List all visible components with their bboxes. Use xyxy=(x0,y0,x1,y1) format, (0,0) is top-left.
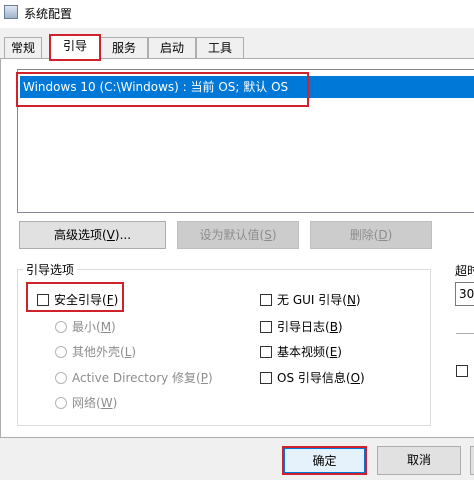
os-item-highlight-box xyxy=(16,72,309,107)
set-default-button[interactable]: 设为默认值(S) xyxy=(177,221,299,249)
safe-boot-highlight-box xyxy=(26,282,124,312)
checkbox-box[interactable] xyxy=(260,321,272,333)
radio-circle[interactable] xyxy=(55,346,67,358)
os-boot-info-checkbox[interactable]: OS 引导信息(O) xyxy=(260,369,365,385)
active-directory-repair-radio[interactable]: Active Directory 修复(P) xyxy=(55,369,213,385)
checkbox-box[interactable] xyxy=(260,294,272,306)
tab-services[interactable]: 服务 xyxy=(100,37,148,59)
advanced-options-button[interactable]: 高级选项(V)... xyxy=(19,221,166,249)
make-permanent-checkbox[interactable] xyxy=(456,365,468,377)
apply-button-clipped[interactable] xyxy=(470,446,474,475)
timeout-label: 超时 xyxy=(455,264,474,278)
tab-boot[interactable]: 引导 xyxy=(49,34,101,61)
tab-startup[interactable]: 启动 xyxy=(148,37,196,59)
radio-circle[interactable] xyxy=(55,321,67,333)
minimal-radio[interactable]: 最小(M) xyxy=(55,318,116,334)
radio-circle[interactable] xyxy=(55,372,67,384)
radio-circle[interactable] xyxy=(55,397,67,409)
bottom-divider xyxy=(0,437,474,438)
window-title: 系统配置 xyxy=(24,7,73,21)
boot-log-checkbox[interactable]: 引导日志(B) xyxy=(260,318,343,334)
timeout-input[interactable]: 30 xyxy=(455,282,474,306)
title-bar: 系统配置 xyxy=(0,0,474,28)
alternate-shell-radio[interactable]: 其他外壳(L) xyxy=(55,343,136,359)
cancel-button[interactable]: 取消 xyxy=(377,446,461,475)
ok-button[interactable]: 确定 xyxy=(282,446,367,475)
no-gui-boot-checkbox[interactable]: 无 GUI 引导(N) xyxy=(260,291,361,307)
msconfig-app-icon xyxy=(4,5,18,19)
network-radio[interactable]: 网络(W) xyxy=(55,394,117,410)
checkbox-box[interactable] xyxy=(260,346,272,358)
tab-strip: 常规 引导 服务 启动 工具 xyxy=(0,34,474,61)
delete-button[interactable]: 删除(D) xyxy=(310,221,432,249)
base-video-checkbox[interactable]: 基本视频(E) xyxy=(260,343,342,359)
right-separator xyxy=(456,333,474,348)
checkbox-box[interactable] xyxy=(260,372,272,384)
boot-options-title: 引导选项 xyxy=(23,261,78,278)
tab-tools[interactable]: 工具 xyxy=(196,37,244,59)
tab-general[interactable]: 常规 xyxy=(4,37,42,59)
